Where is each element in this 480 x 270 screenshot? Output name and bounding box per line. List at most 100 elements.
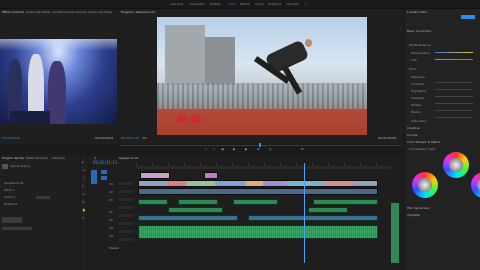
vignette-section[interactable]: Vignette [407, 213, 420, 217]
tab-audio[interactable]: Audio [255, 2, 264, 6]
tab-lumetri-scopes[interactable]: Lumetri Scopes [52, 10, 75, 14]
white-balance-label: White Balance [409, 43, 431, 47]
source-patch-v[interactable] [91, 170, 97, 184]
shadows-color-wheel[interactable] [412, 172, 438, 198]
tab-source[interactable]: Source: Audio Clip Mixer [76, 10, 113, 14]
source-duration: 00;00;46;02 [95, 136, 114, 140]
audio-clip-music[interactable] [138, 225, 378, 239]
saturation-label: Saturation [411, 119, 427, 123]
tab-libraries[interactable]: Libraries [52, 156, 65, 160]
temperature-label: Temperature [411, 51, 431, 55]
program-timecode[interactable]: 00;00;41;13 [121, 136, 139, 140]
step-forward-icon[interactable]: ▶ [245, 148, 247, 151]
timeline-timecode[interactable]: 00;00;41;13 [93, 161, 117, 165]
project-thumbnail [2, 164, 8, 169]
project-file[interactable]: Sports.prproj [10, 164, 29, 168]
audio-clip[interactable] [308, 207, 348, 213]
curves-section[interactable]: Curves [407, 133, 417, 137]
track-target[interactable] [101, 176, 107, 180]
hsl-secondary-section[interactable]: HSL Secondary [407, 206, 430, 210]
tab-learning[interactable]: Learning [170, 2, 183, 6]
whites-label: Whites [411, 103, 422, 107]
track-label-a1: A1 [109, 210, 113, 214]
midtones-color-wheel[interactable] [443, 152, 469, 178]
project-item[interactable]: Audio 1 [4, 195, 15, 199]
video-clip[interactable] [140, 172, 170, 179]
program-scrubber[interactable] [120, 145, 403, 146]
zoom-select[interactable]: Fit [143, 136, 147, 140]
audio-clip[interactable] [138, 199, 168, 205]
audio-clip[interactable] [138, 215, 238, 221]
source-timecode[interactable]: 00;00;00;00 [2, 136, 20, 140]
mark-out-icon[interactable]: } [213, 148, 215, 151]
mark-in-icon[interactable]: { [205, 148, 207, 151]
program-video-frame [157, 17, 367, 135]
type-tool-icon[interactable]: T [82, 217, 84, 220]
tint-label: Tint [411, 58, 417, 62]
export-frame-icon[interactable]: ◎ [269, 148, 272, 151]
audio-clip[interactable] [168, 207, 223, 213]
audio-clip[interactable] [178, 199, 218, 205]
ripple-edit-tool-icon[interactable]: ⊣ [82, 177, 85, 180]
program-playhead[interactable] [259, 143, 261, 147]
source-monitor: Effect Controls Audio Clip Mixer Lumetri… [0, 9, 118, 144]
audio-clip[interactable] [233, 199, 278, 205]
track-select-tool-icon[interactable]: ⇥ [82, 169, 85, 172]
settings-icon[interactable]: ⚙ [301, 148, 304, 151]
track-toggles[interactable] [119, 182, 133, 242]
lumetri-title[interactable]: Lumetri Color [407, 10, 427, 14]
transport-controls: { } ◀ ▶ ▶ ⊞ ◎ ⚙ [205, 148, 315, 153]
tab-media-browser[interactable]: Media Browser [26, 156, 48, 160]
project-item-bar [36, 196, 50, 199]
tab-editing[interactable]: Editing [210, 2, 220, 6]
track-label-a4: A4 [109, 234, 113, 238]
tint-slider[interactable] [435, 59, 473, 60]
timeline-playhead[interactable] [304, 163, 305, 263]
step-back-icon[interactable]: ◀ [221, 148, 223, 151]
tone-sliders[interactable] [435, 76, 473, 121]
tab-effect-controls[interactable]: Effect Controls [2, 10, 24, 14]
project-item-bar [2, 227, 32, 230]
tab-color[interactable]: Color [228, 2, 236, 6]
video-clip-track[interactable] [138, 180, 378, 187]
comparison-view-button[interactable]: Comparison View [409, 147, 435, 151]
play-icon[interactable]: ▶ [233, 148, 235, 151]
tab-sequence-01[interactable]: Sequence 01 [119, 156, 139, 160]
program-title[interactable]: Program: Sequence 01 [121, 10, 155, 14]
video-clip-track[interactable] [138, 188, 378, 195]
temperature-slider[interactable] [435, 52, 473, 53]
video-clip[interactable] [204, 172, 218, 179]
highlights-color-wheel[interactable] [471, 172, 480, 198]
building [205, 37, 235, 85]
tab-assembly[interactable]: Assembly [190, 2, 204, 6]
tab-audio-clip-mixer[interactable]: Audio Clip Mixer [26, 10, 50, 14]
color-wheels-section[interactable]: Color Wheels & Match [407, 140, 440, 144]
track-label-a3: A3 [109, 226, 113, 230]
audio-meters [391, 163, 399, 263]
project-item[interactable]: Graphics [4, 202, 17, 206]
tab-libraries[interactable]: Libraries [286, 2, 299, 6]
project-item[interactable]: Sequence 01 [4, 181, 24, 185]
track-target[interactable] [101, 170, 107, 174]
slip-tool-icon[interactable]: ↔ [82, 193, 85, 196]
creative-section[interactable]: Creative [407, 126, 420, 130]
hand-tool-icon[interactable]: ✋ [82, 209, 86, 212]
pen-tool-icon[interactable]: ✎ [82, 201, 85, 204]
stadium-fence [157, 83, 367, 109]
tab-effects[interactable]: Effects [240, 2, 250, 6]
overflow-menu-icon[interactable]: » [305, 2, 307, 6]
audio-clip[interactable] [248, 215, 378, 221]
project-item[interactable]: Track 1 [4, 188, 15, 192]
razor-tool-icon[interactable]: ◊ [82, 185, 83, 188]
tab-project[interactable]: Project: Sports [2, 156, 24, 160]
audio-clip[interactable] [313, 199, 378, 205]
basic-correction-header[interactable]: Basic Correction [407, 29, 431, 33]
work-area-bar[interactable] [136, 166, 396, 169]
contrast-label: Contrast [411, 82, 424, 86]
insert-icon[interactable]: ⊞ [257, 148, 260, 151]
selection-tool-icon[interactable]: ▸ [82, 161, 84, 164]
track-label-v2: V2 [109, 190, 113, 194]
lumetri-dropdown[interactable] [461, 15, 475, 19]
tab-graphics[interactable]: Graphics [268, 2, 281, 6]
starting-block [177, 115, 187, 123]
